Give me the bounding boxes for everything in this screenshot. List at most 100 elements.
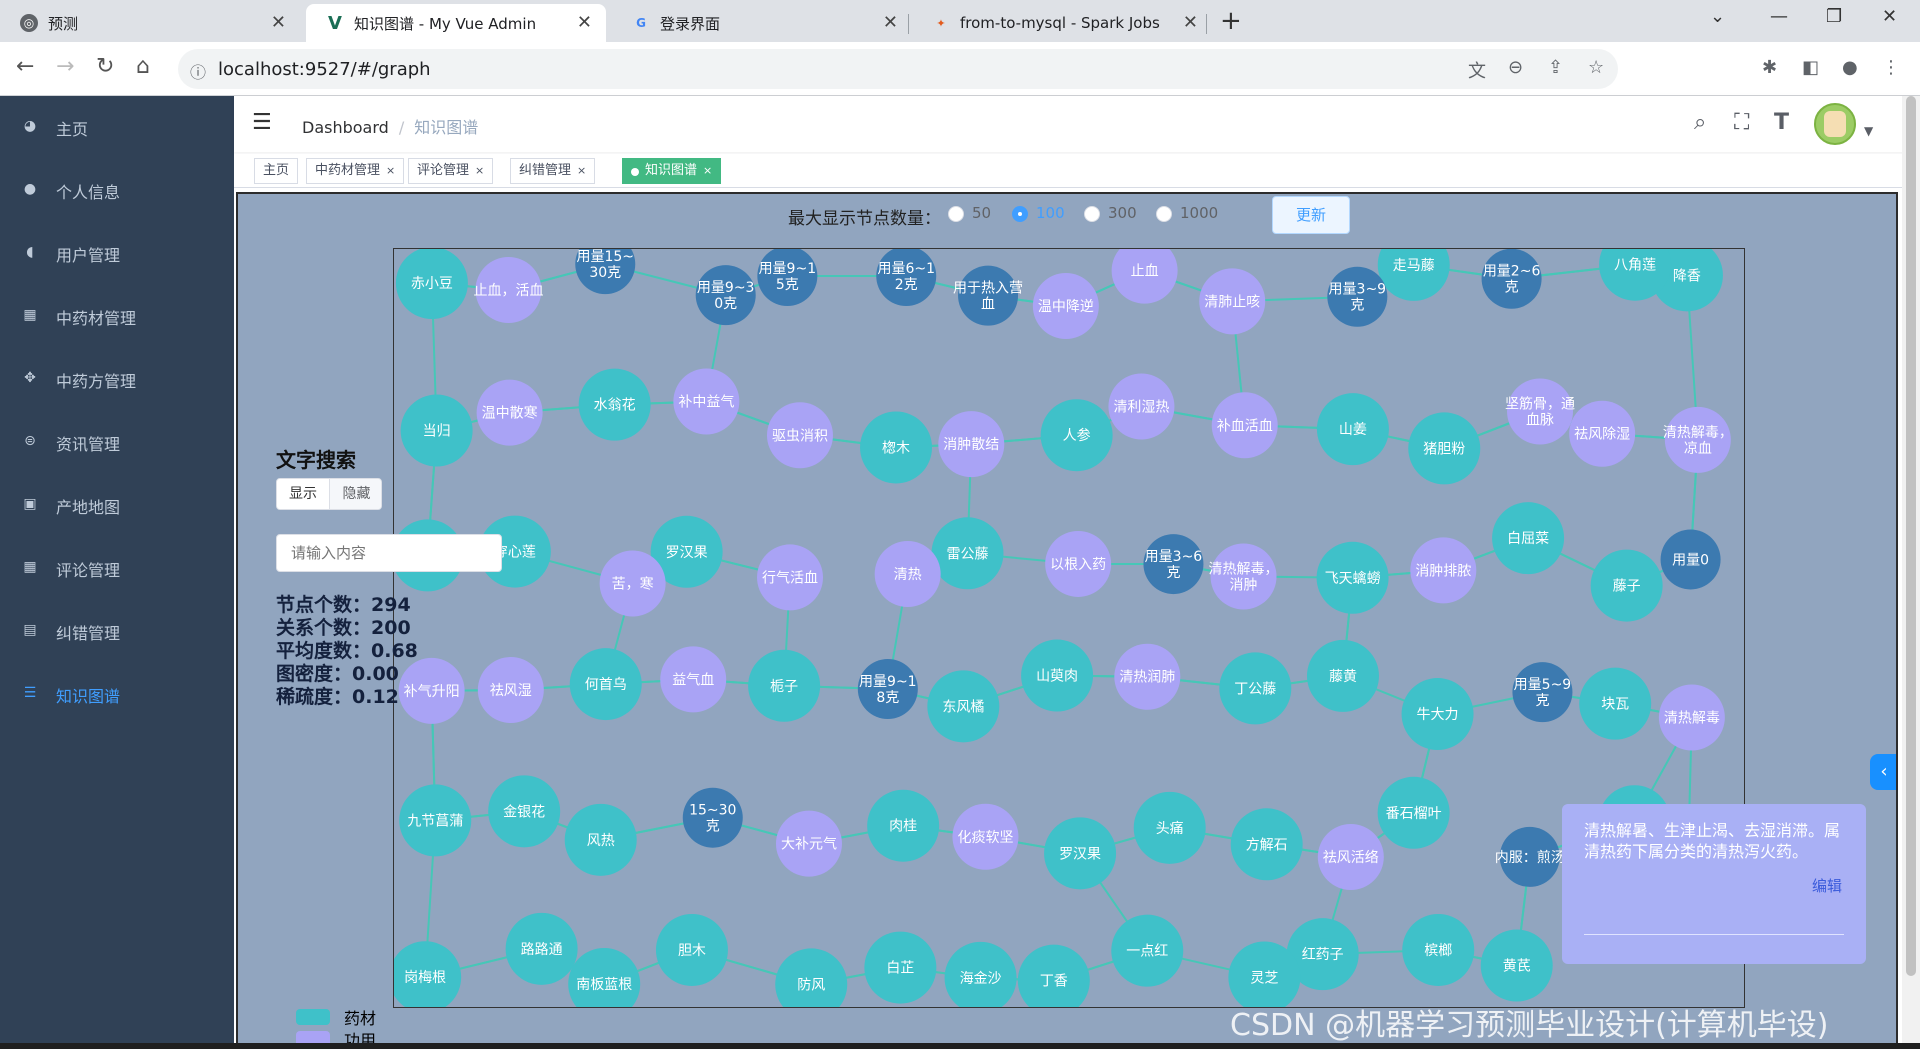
close-icon[interactable]: ✕ — [271, 12, 286, 33]
tag-herbs[interactable]: 中药材管理 × — [306, 158, 405, 184]
info-icon[interactable]: ⓘ — [190, 59, 206, 83]
herb-node[interactable]: 走马藤 — [1377, 249, 1450, 301]
radio-1000[interactable] — [1156, 206, 1172, 222]
herb-node[interactable]: 藤子 — [1590, 549, 1663, 622]
dose-node[interactable]: 用量2~6克 — [1481, 249, 1542, 309]
effect-node[interactable]: 清热解毒，凉血 — [1663, 406, 1733, 473]
effect-node[interactable]: 补血活血 — [1211, 392, 1278, 459]
herb-node[interactable]: 风热 — [564, 803, 637, 876]
minimize-icon[interactable]: — — [1770, 6, 1788, 27]
effect-node[interactable]: 祛风湿 — [477, 657, 544, 724]
effect-node[interactable]: 坚筋骨，通血脉 — [1505, 378, 1575, 445]
effect-node[interactable]: 消肿排脓 — [1410, 537, 1477, 604]
browser-tab-login[interactable]: G 登录界面 ✕ — [612, 4, 912, 42]
tag-comments[interactable]: 评论管理 × — [408, 158, 494, 184]
herb-node[interactable]: 人参 — [1040, 399, 1113, 472]
new-tab-button[interactable]: + — [1220, 6, 1242, 36]
herb-node[interactable]: 楤木 — [860, 411, 933, 484]
dose-node[interactable]: 用于热入营血 — [953, 265, 1023, 326]
effect-node[interactable]: 清热 — [874, 541, 941, 608]
radio-100[interactable] — [1012, 206, 1028, 222]
effect-node[interactable]: 祛风活络 — [1317, 823, 1384, 890]
herb-node[interactable]: 一点红 — [1111, 914, 1184, 987]
close-icon[interactable]: ✕ — [1183, 12, 1198, 33]
herb-node[interactable]: 丁香 — [1017, 944, 1090, 1008]
reload-icon[interactable]: ↻ — [96, 54, 114, 79]
effect-node[interactable]: 止血 — [1111, 249, 1178, 304]
sidebar-item-herbs[interactable]: ▦ 中药材管理 — [0, 285, 234, 348]
url-text[interactable]: localhost:9527/#/graph — [218, 59, 431, 80]
sidebar-item-news[interactable]: ⊜ 资讯管理 — [0, 411, 234, 474]
dose-node[interactable]: 用量3~6克 — [1143, 534, 1204, 595]
effect-node[interactable]: 苦，寒 — [599, 550, 666, 617]
effect-node[interactable]: 温中散寒 — [476, 379, 543, 446]
effect-node[interactable]: 清热润肺 — [1114, 643, 1181, 710]
sidebar-item-graph[interactable]: ☰ 知识图谱 — [0, 663, 234, 726]
radio-300[interactable] — [1084, 206, 1100, 222]
legend-item-herb[interactable]: 药材 — [296, 1006, 376, 1028]
herb-node[interactable]: 槟榔 — [1402, 913, 1475, 986]
herb-node[interactable]: 海金沙 — [944, 941, 1017, 1008]
herb-node[interactable]: 牛大力 — [1401, 678, 1474, 751]
browser-tab-graph[interactable]: V 知识图谱 - My Vue Admin ✕ — [306, 4, 606, 42]
herb-node[interactable]: 白屈菜 — [1492, 502, 1565, 575]
sidebar-item-corrections[interactable]: ▤ 纠错管理 — [0, 600, 234, 663]
dose-node[interactable]: 用量9~15克 — [757, 249, 818, 307]
herb-node[interactable]: 黄芪 — [1480, 929, 1553, 1002]
node-circle[interactable] — [1377, 249, 1450, 301]
dose-node[interactable]: 用量0 — [1660, 529, 1721, 590]
herb-node[interactable]: 肉桂 — [867, 789, 940, 862]
zoom-icon[interactable]: ⊖ — [1508, 57, 1523, 78]
herb-node[interactable]: 赤小豆 — [395, 249, 468, 319]
effect-node[interactable]: 止血，活血 — [473, 256, 543, 323]
herb-node[interactable]: 防风 — [775, 948, 848, 1008]
sidebar-item-comments[interactable]: ▦ 评论管理 — [0, 537, 234, 600]
tag-home[interactable]: 主页 — [254, 158, 299, 184]
close-icon[interactable]: × — [386, 164, 395, 177]
herb-node[interactable]: 白芷 — [864, 931, 937, 1004]
herb-node[interactable]: 方解石 — [1230, 808, 1303, 881]
font-size-icon[interactable]: T — [1774, 110, 1789, 135]
effect-node[interactable]: 行气活血 — [757, 544, 824, 611]
update-button[interactable]: 更新 — [1272, 196, 1350, 234]
herb-node[interactable]: 水翁花 — [578, 368, 651, 441]
radio-50[interactable] — [948, 206, 964, 222]
close-icon[interactable]: ✕ — [883, 12, 898, 33]
tag-graph[interactable]: 知识图谱 × — [622, 158, 722, 184]
herb-node[interactable]: 岗梅根 — [394, 941, 462, 1008]
dose-node[interactable]: 用量9~30克 — [695, 265, 756, 326]
effect-node[interactable]: 补中益气 — [673, 368, 740, 435]
effect-node[interactable]: 清热解毒 — [1658, 684, 1725, 751]
effect-node[interactable]: 益气血 — [660, 646, 727, 713]
maximize-icon[interactable]: ❐ — [1826, 6, 1842, 27]
profile-icon[interactable]: ● — [1842, 57, 1858, 78]
scrollbar-thumb[interactable] — [1906, 96, 1916, 976]
omnibox[interactable]: ⓘ localhost:9527/#/graph ☆ ⇪ ⊖ 文 — [178, 49, 1618, 89]
hide-button[interactable]: 隐藏 — [330, 479, 381, 509]
effect-node[interactable]: 驱虫消积 — [766, 402, 833, 469]
herb-node[interactable]: 飞天蠄蟧 — [1316, 541, 1389, 614]
herb-node[interactable]: 东风橘 — [927, 670, 1000, 743]
chevron-down-icon[interactable]: ▼ — [1864, 124, 1873, 138]
tag-corrections[interactable]: 纠错管理 × — [510, 158, 596, 184]
herb-node[interactable]: 丁公藤 — [1219, 652, 1292, 725]
herb-node[interactable]: 胆木 — [655, 913, 728, 986]
extensions-icon[interactable]: ✱ — [1762, 57, 1777, 78]
herb-node[interactable]: 金银花 — [488, 775, 561, 848]
effect-node[interactable]: 清肺止咳 — [1199, 268, 1266, 335]
effect-node[interactable]: 以根入药 — [1045, 530, 1112, 597]
effect-node[interactable]: 清热解毒，消肿 — [1209, 543, 1279, 610]
herb-node[interactable]: 雷公藤 — [931, 517, 1004, 590]
dose-node[interactable]: 用量5~9克 — [1512, 662, 1573, 723]
dose-node[interactable]: 用量9~18克 — [857, 658, 918, 719]
herb-node[interactable]: 番石榴叶 — [1377, 776, 1450, 849]
herb-node[interactable]: 块瓦 — [1579, 667, 1652, 740]
tab-search-icon[interactable]: ⌄ — [1710, 6, 1725, 27]
herb-node[interactable]: 罗汉果 — [1044, 817, 1117, 890]
star-icon[interactable]: ☆ — [1588, 57, 1604, 78]
hamburger-icon[interactable]: ☰ — [252, 110, 272, 135]
browser-tab-predict[interactable]: ◎ 预测 ✕ — [0, 4, 300, 42]
effect-node[interactable]: 大补元气 — [775, 810, 842, 877]
dose-node[interactable]: 用量3~9克 — [1327, 266, 1388, 327]
graph-canvas[interactable]: 一点红岗梅根肉桂方解石番石榴叶臭牡丹红药子赤小豆白芷楤木南板蓝根东风橘路路通白屈… — [393, 248, 1745, 1008]
